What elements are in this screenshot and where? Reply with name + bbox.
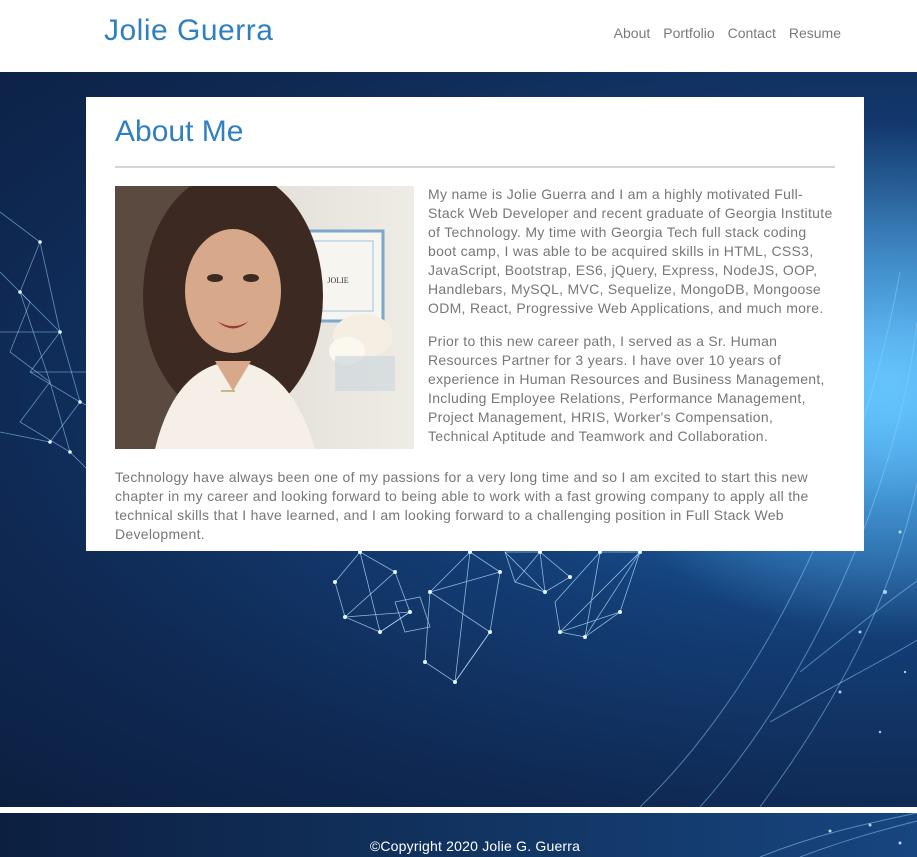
photo-spacer [115,185,428,450]
about-title: About Me [115,115,244,148]
site-footer: ©Copyright 2020 Jolie G. Guerra [0,813,917,857]
nav-about[interactable]: About [614,25,651,41]
copyright-text: ©Copyright 2020 Jolie G. Guerra [369,838,581,854]
about-paragraph-3: Technology have always been one of my pa… [115,469,809,542]
nav-resume[interactable]: Resume [789,25,841,41]
nav-contact[interactable]: Contact [728,25,776,41]
about-text: My name is Jolie Guerra and I am a highl… [115,185,835,558]
site-header: Jolie Guerra About Portfolio Contact Res… [0,0,917,72]
title-divider [115,166,835,168]
main-nav: About Portfolio Contact Resume [614,25,841,41]
about-card: About Me JOLIE My name is Jolie Guerra a… [86,97,864,551]
nav-portfolio[interactable]: Portfolio [663,25,714,41]
brand-link[interactable]: Jolie Guerra [104,14,273,48]
